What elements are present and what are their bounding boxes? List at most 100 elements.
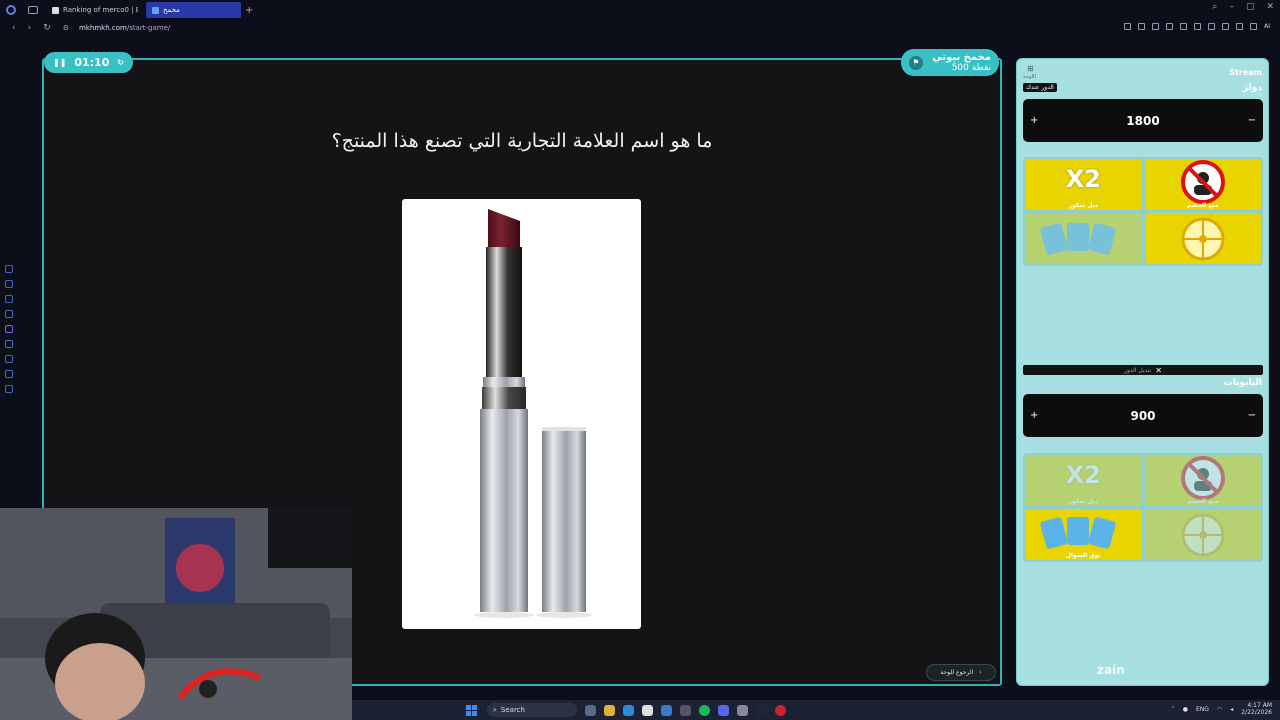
current-team-badge: ⚑ مخمخ بيوتي 500 نقطة: [901, 49, 999, 76]
file-explorer-icon[interactable]: [604, 704, 615, 716]
bag-icon[interactable]: [5, 280, 13, 288]
switch-turn-label: تبديل الدور: [1124, 366, 1152, 374]
discord-icon[interactable]: [718, 704, 729, 716]
team1-minus-button[interactable]: −: [1248, 115, 1256, 126]
windows-start-icon[interactable]: [466, 704, 477, 716]
tab-favicon-icon: [52, 6, 59, 14]
back-icon[interactable]: ‹: [12, 23, 16, 33]
player-icon[interactable]: [5, 340, 13, 348]
history-icon[interactable]: [5, 265, 13, 273]
opera-icon[interactable]: [775, 704, 786, 716]
stream-label: Stream: [1229, 68, 1262, 77]
volume-icon[interactable]: ◂: [1230, 706, 1233, 713]
bell-icon[interactable]: [5, 370, 13, 378]
lifeline-wheel[interactable]: [1144, 509, 1261, 560]
download-icon[interactable]: [1250, 23, 1258, 30]
board-label: اللوحة: [1023, 74, 1036, 80]
webcam-overlay: [0, 508, 352, 720]
reload-icon[interactable]: ↻: [43, 23, 51, 33]
close-icon[interactable]: ✕: [1266, 2, 1274, 12]
team2-plus-button[interactable]: +: [1030, 410, 1038, 421]
clock-icon[interactable]: [5, 355, 13, 363]
browser-tab-bar: Ranking of merco0 | BotR مخمخ + ⌕ – ▢ ✕: [0, 0, 1280, 20]
vpn-icon[interactable]: [1166, 23, 1174, 30]
team-name: مخمخ بيوتي: [932, 51, 991, 63]
lifeline-caption: دبل سكور: [1068, 498, 1098, 505]
tab-ranking[interactable]: Ranking of merco0 | BotR: [46, 2, 138, 18]
taskbar-search[interactable]: ⌕ Search: [487, 703, 577, 717]
profile-icon[interactable]: [1236, 23, 1244, 30]
tray-chevron-icon[interactable]: ˄: [1172, 706, 1175, 713]
xbox-icon[interactable]: [680, 704, 691, 716]
lifeline-caption: منع الخصم: [1186, 202, 1219, 209]
lifeline-wheel[interactable]: [1144, 213, 1261, 264]
site-info-icon[interactable]: ⚙: [63, 24, 69, 32]
wifi-icon[interactable]: ◠: [1217, 706, 1222, 713]
settings-icon[interactable]: [5, 385, 13, 393]
cards-icon: [1040, 223, 1116, 255]
ai-button[interactable]: AI: [1264, 23, 1270, 30]
wallet-icon[interactable]: [1194, 23, 1202, 30]
pause-icon[interactable]: ❚❚: [53, 58, 66, 67]
webcam-feed: [0, 508, 352, 720]
heart-icon[interactable]: [1208, 23, 1216, 30]
lifeline-caption: دبل سكور: [1068, 202, 1098, 209]
back-to-board-button[interactable]: الرجوع للوحة ›: [926, 664, 996, 681]
team1-plus-button[interactable]: +: [1030, 115, 1038, 126]
url-field[interactable]: mkhmkh.com/start-game/: [79, 24, 170, 32]
new-tab-icon[interactable]: +: [245, 5, 253, 16]
turn-indicator: الدور عندك: [1023, 83, 1057, 92]
timer-value: 01:10: [74, 56, 110, 69]
lifeline-caption: منع الخصم: [1186, 498, 1219, 505]
reset-timer-icon[interactable]: ↻: [117, 58, 124, 67]
shield-icon[interactable]: [1124, 23, 1132, 30]
lifeline-cards[interactable]: [1025, 213, 1142, 264]
maximize-icon[interactable]: ▢: [1246, 2, 1255, 12]
windows-taskbar: ⌕ Search ˄ ● ENG ◠ ◂ 4:17 AM 2/22/2026: [352, 700, 1280, 720]
store-icon[interactable]: [5, 310, 13, 318]
forward-icon[interactable]: ›: [28, 23, 32, 33]
team-points: 500 نقطة: [951, 62, 991, 73]
lifeline-cards[interactable]: بوق السؤال: [1025, 509, 1142, 560]
camera-icon[interactable]: [1222, 23, 1230, 30]
zain-logo: zain: [1097, 663, 1125, 677]
lifeline-block-opponent[interactable]: منع الخصم: [1144, 159, 1261, 210]
bookmark-icon[interactable]: [1138, 23, 1146, 30]
steam-icon[interactable]: [756, 704, 767, 716]
tab-label: مخمخ: [163, 6, 180, 14]
close-icon: ✕: [1155, 365, 1162, 375]
product-image: [402, 199, 641, 629]
team2-minus-button[interactable]: −: [1248, 410, 1256, 421]
edge-icon[interactable]: [623, 704, 634, 716]
team2-score-box: + 900 −: [1023, 394, 1263, 437]
lang-indicator[interactable]: ENG: [1196, 706, 1209, 713]
lifeline-double-score[interactable]: X2 دبل سكور: [1025, 455, 1142, 506]
spotify-icon[interactable]: [699, 704, 710, 716]
mic-icon[interactable]: ●: [1183, 706, 1188, 713]
chat-icon[interactable]: [5, 295, 13, 303]
app-icon[interactable]: [737, 704, 748, 716]
flag-icon: ⚑: [909, 55, 923, 70]
question-text: ما هو اسم العلامة التجارية التي تصنع هذا…: [331, 130, 713, 152]
timer-pill: ❚❚ 01:10 ↻: [44, 52, 133, 73]
search-tabs-icon[interactable]: ⌕: [1212, 2, 1217, 12]
clock[interactable]: 4:17 AM 2/22/2026: [1241, 702, 1272, 716]
team2-score: 900: [1130, 408, 1156, 423]
extension-icon[interactable]: [1152, 23, 1160, 30]
twitch-icon[interactable]: [5, 325, 13, 333]
lifeline-block-opponent[interactable]: منع الخصم: [1144, 455, 1261, 506]
browser-logo-icon[interactable]: [6, 5, 16, 15]
team1-lifelines: X2 دبل سكور منع الخصم: [1023, 157, 1263, 266]
board-icon[interactable]: ⊞: [1027, 64, 1034, 73]
tab-mkhmkh[interactable]: مخمخ: [146, 2, 241, 18]
x2-label: X2: [1065, 165, 1101, 193]
minimize-icon[interactable]: –: [1229, 2, 1234, 12]
task-view-icon[interactable]: [585, 704, 596, 716]
chevron-right-icon: ›: [979, 669, 982, 676]
tab-actions-icon[interactable]: [28, 6, 38, 14]
switch-turn-button[interactable]: تبديل الدور ✕: [1023, 365, 1263, 375]
store-icon[interactable]: [642, 704, 653, 716]
player-icon[interactable]: [1180, 23, 1188, 30]
lifeline-double-score[interactable]: X2 دبل سكور: [1025, 159, 1142, 210]
mail-icon[interactable]: [661, 704, 672, 716]
